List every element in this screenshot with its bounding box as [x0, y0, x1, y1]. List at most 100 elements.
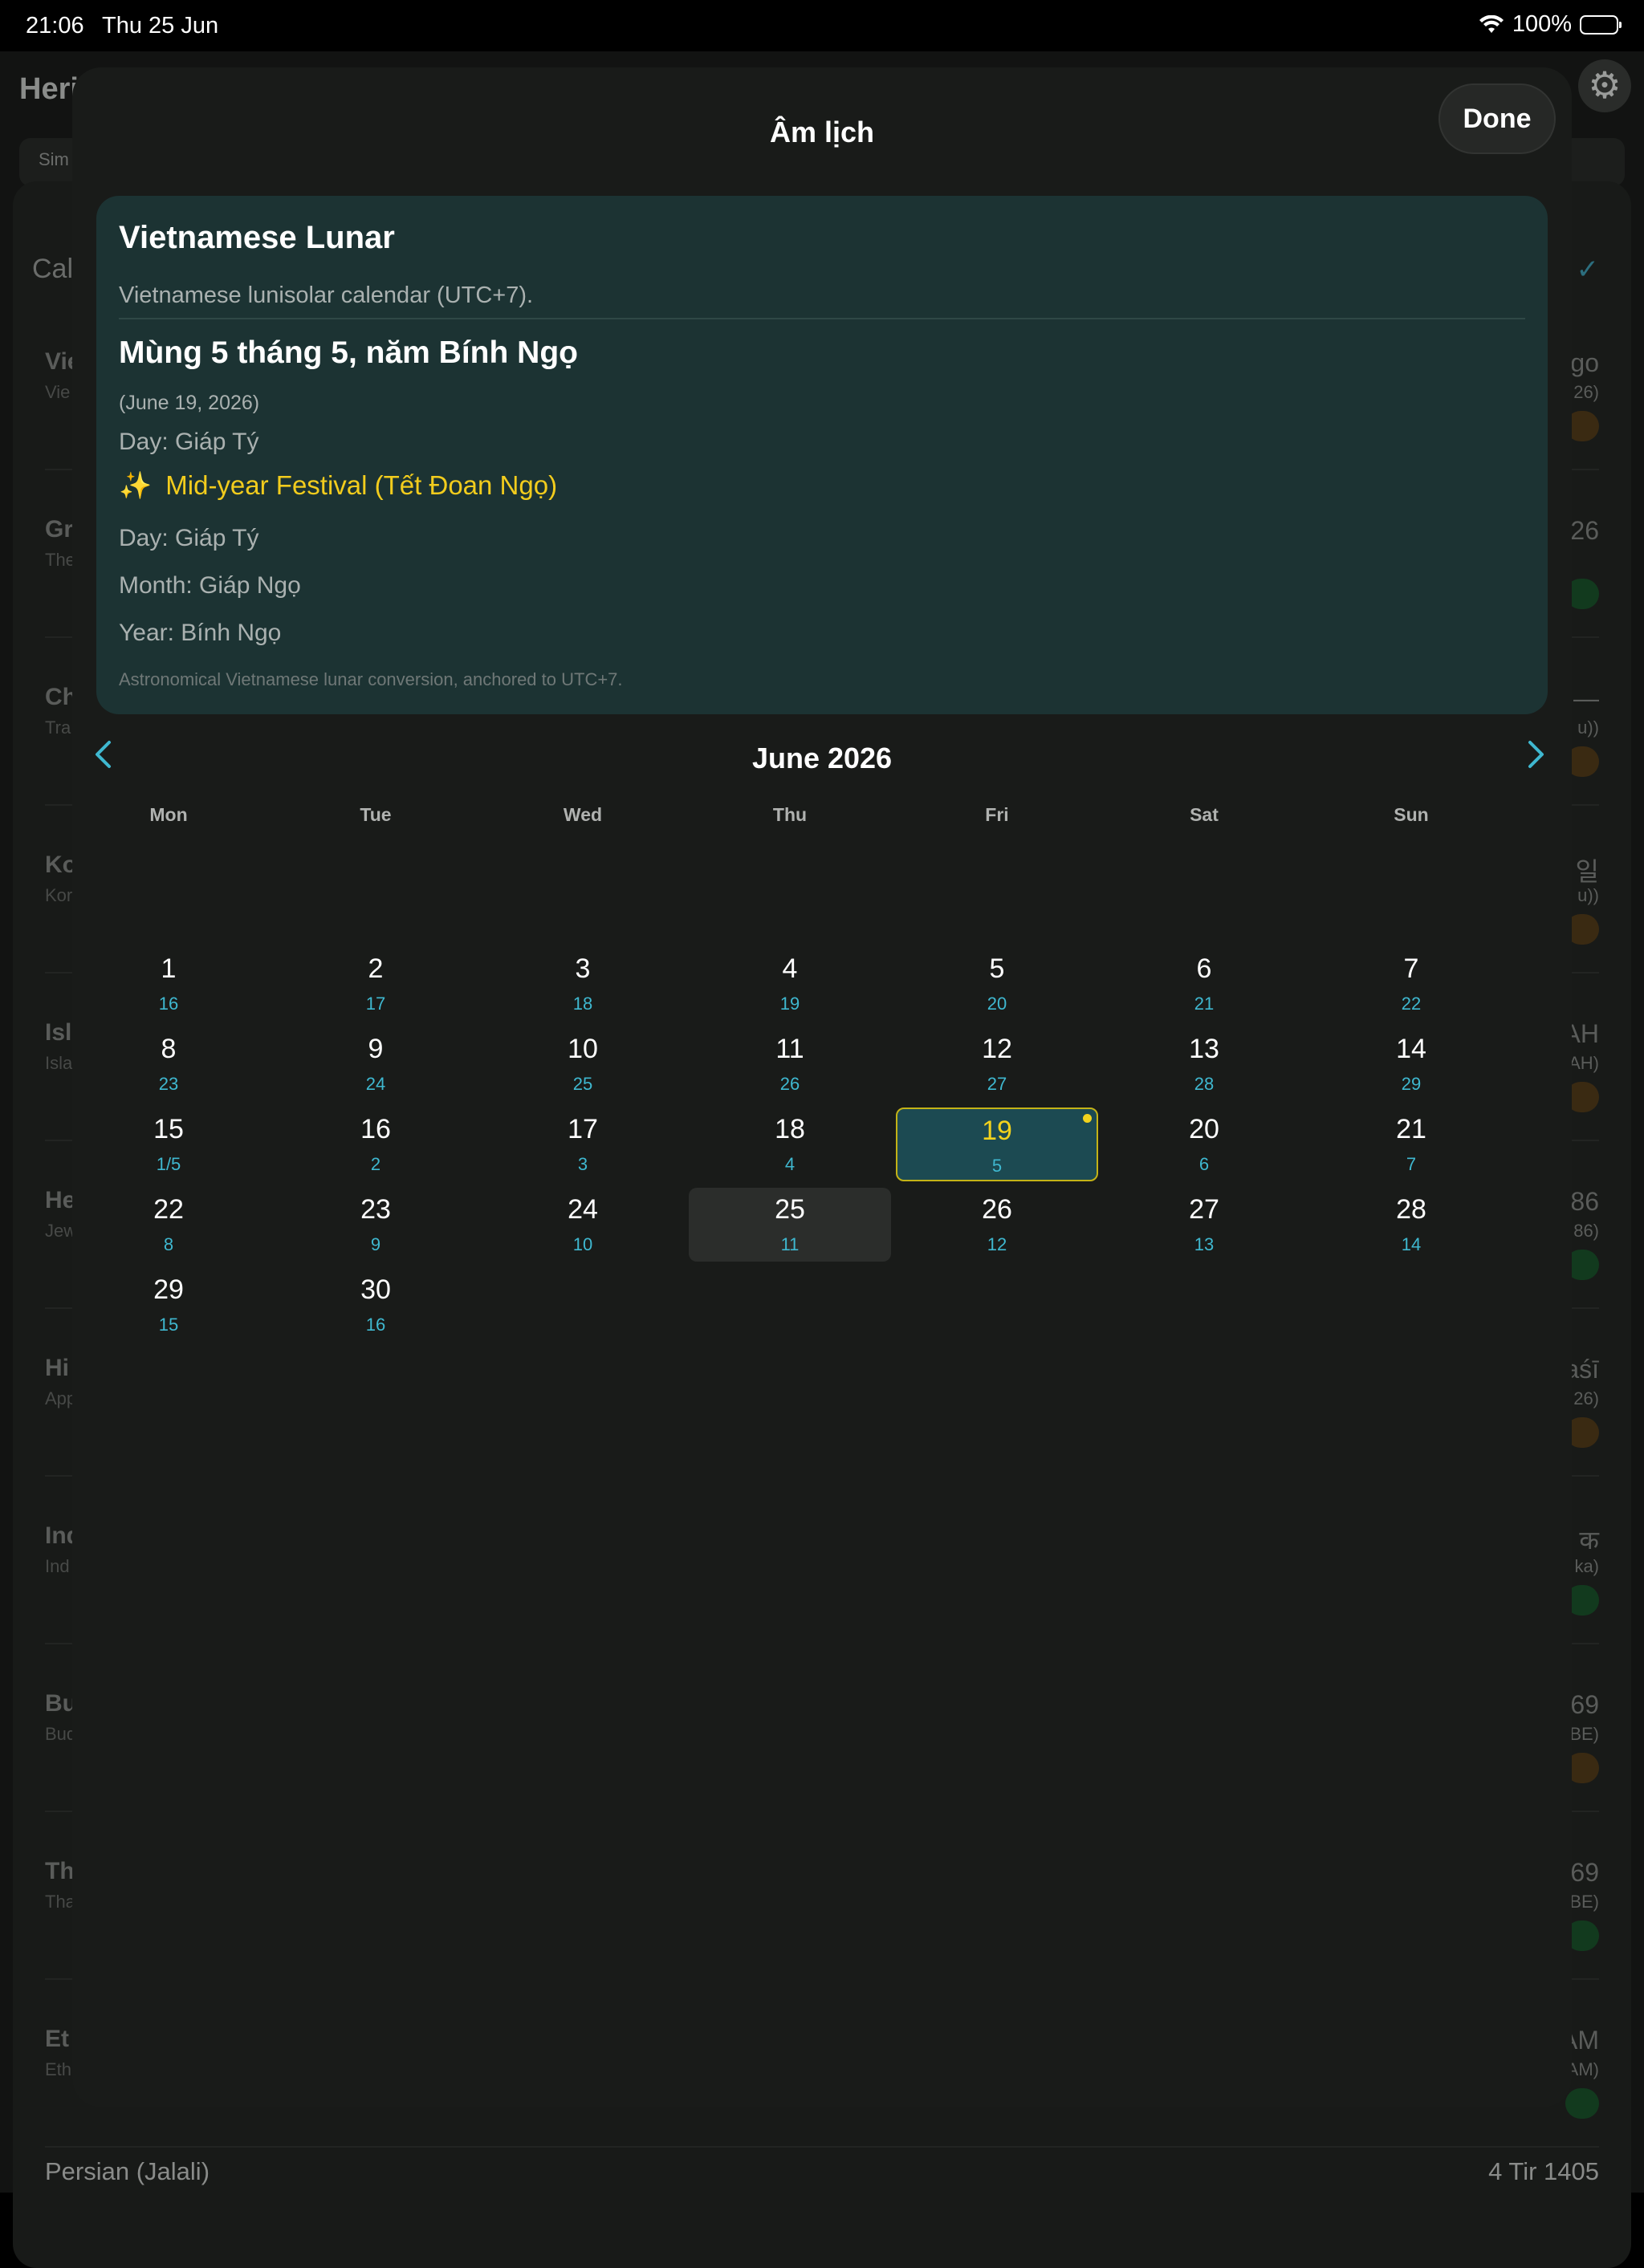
day-cell[interactable]: 16 2: [275, 1108, 477, 1181]
background-row-value-sub: ka): [1574, 1556, 1599, 1576]
lunar-day: 21: [1194, 994, 1215, 1014]
day-cell[interactable]: 13 28: [1103, 1027, 1305, 1101]
background-title: Heri: [19, 72, 79, 106]
weekday-header: Fri: [985, 804, 1009, 825]
weekday-header: Wed: [563, 804, 603, 825]
day-cell[interactable]: 10 25: [482, 1027, 684, 1101]
background-row-sub: Eth: [45, 2059, 72, 2079]
day-cell[interactable]: 3 18: [482, 947, 684, 1021]
day-cell[interactable]: 23 9: [275, 1188, 477, 1262]
day-cell[interactable]: 8 23: [67, 1027, 270, 1101]
day-number: 17: [568, 1114, 598, 1144]
day-cell[interactable]: 20 6: [1103, 1108, 1305, 1181]
day-cell[interactable]: 217: [275, 947, 477, 1021]
calendar-description: Vietnamese lunisolar calendar (UTC+7).: [119, 282, 534, 308]
day-number: 3: [575, 953, 591, 984]
lunar-day: 8: [163, 1234, 174, 1254]
day-cell[interactable]: 5 20: [896, 947, 1098, 1021]
day-cell[interactable]: 25 11: [689, 1188, 891, 1262]
day-cell[interactable]: 27 13: [1103, 1188, 1305, 1262]
background-row-sub: Vie: [45, 382, 71, 402]
day-number: 1: [161, 953, 177, 984]
day-cell[interactable]: 14 29: [1310, 1027, 1512, 1101]
background-row-value-sub: BE): [1569, 1892, 1599, 1912]
month-line: Month: Giáp Ngọ: [119, 572, 301, 599]
day-cell[interactable]: 12 27: [896, 1027, 1098, 1101]
chevron-right-icon[interactable]: [1527, 740, 1546, 777]
day-cell[interactable]: 30 16: [275, 1268, 477, 1342]
month-title: June 2026: [751, 742, 893, 774]
day-cell[interactable]: 7 22: [1310, 947, 1512, 1021]
background-row-value-sub: AH): [1569, 1053, 1599, 1073]
background-row-value: 26: [1570, 516, 1599, 545]
lunar-day: 3: [577, 1154, 588, 1174]
battery-icon: [1580, 14, 1622, 35]
day-number: 9: [368, 1034, 384, 1064]
done-button[interactable]: Done: [1438, 83, 1556, 154]
background-row-value: 69: [1570, 1690, 1599, 1719]
lunar-day: 10: [572, 1234, 593, 1254]
day-number: 19: [982, 1116, 1012, 1146]
day-cell[interactable]: 11 26: [689, 1027, 891, 1101]
day-cell[interactable]: 1 16: [67, 947, 270, 1021]
weekday-header: Mon: [149, 804, 188, 825]
sheet-title: Âm lịch: [769, 116, 875, 148]
background-row-label: Th: [45, 1858, 75, 1884]
lunar-day: 24: [365, 1074, 386, 1094]
day-line-2: Day: Giáp Tý: [119, 525, 259, 551]
day-cell[interactable]: 24 10: [482, 1188, 684, 1262]
day-number: 8: [161, 1034, 177, 1064]
status-bar: 21:06 Thu 25 Jun 100%: [0, 0, 1644, 51]
background-row-value: go: [1570, 348, 1599, 377]
chevron-left-icon[interactable]: [93, 740, 112, 777]
background-row-value: —: [1573, 684, 1599, 713]
day-cell[interactable]: 17 3: [482, 1108, 684, 1181]
day-cell[interactable]: 19 5: [896, 1108, 1098, 1181]
day-number: 12: [982, 1034, 1012, 1064]
background-row-sub: The: [45, 550, 75, 570]
day-number: 6: [1196, 953, 1212, 984]
day-cell[interactable]: 18 4: [689, 1108, 891, 1181]
lunar-day: 2: [370, 1154, 381, 1174]
gear-icon[interactable]: ⚙: [1578, 59, 1631, 112]
day-cell[interactable]: 4 19: [689, 947, 891, 1021]
day-number: 16: [360, 1114, 391, 1144]
divider: [119, 318, 1525, 319]
background-row-pill: [1565, 2088, 1599, 2119]
lunar-day: 28: [1194, 1074, 1215, 1094]
day-number: 20: [1189, 1114, 1219, 1144]
background-row-divider: [45, 2146, 1599, 2148]
day-cell[interactable]: 22 8: [67, 1188, 270, 1262]
background-row-label: Et: [45, 2026, 69, 2052]
background-row-value-sub: 26): [1573, 1388, 1599, 1408]
day-number: 5: [989, 953, 1005, 984]
background-row-label: Hi: [45, 1355, 69, 1381]
day-number: 15: [153, 1114, 184, 1144]
day-number: 22: [153, 1194, 184, 1225]
day-number: 23: [360, 1194, 391, 1225]
day-cell[interactable]: 6 21: [1103, 947, 1305, 1021]
day-cell[interactable]: 29 15: [67, 1268, 270, 1342]
day-number: 10: [568, 1034, 598, 1064]
background-row-value: 86: [1570, 1187, 1599, 1216]
day-cell[interactable]: 28 14: [1310, 1188, 1512, 1262]
day-number: 2: [368, 953, 384, 984]
day-number: 21: [1396, 1114, 1426, 1144]
lunar-day: 25: [572, 1074, 593, 1094]
lunar-day: 26: [779, 1074, 800, 1094]
background-row-sub: Kor: [45, 885, 73, 905]
background-row-value-sub: 26): [1573, 382, 1599, 402]
weekday-header: Sun: [1394, 804, 1429, 825]
conversion-note: Astronomical Vietnamese lunar conversion…: [119, 669, 623, 689]
day-cell[interactable]: 9 24: [275, 1027, 477, 1101]
day-cell[interactable]: 15 1/5: [67, 1108, 270, 1181]
status-time: 21:06: [26, 13, 84, 39]
day-cell[interactable]: 26 12: [896, 1188, 1098, 1262]
background-row-value-sub: 86): [1573, 1221, 1599, 1241]
weekday-header: Sat: [1190, 804, 1219, 825]
background-row-sub: Ind: [45, 1556, 70, 1576]
day-number: 30: [360, 1274, 391, 1305]
gregorian-date: (June 19, 2026): [119, 392, 260, 414]
day-cell[interactable]: 217: [1310, 1108, 1512, 1181]
background-row-value: 69: [1570, 1858, 1599, 1887]
